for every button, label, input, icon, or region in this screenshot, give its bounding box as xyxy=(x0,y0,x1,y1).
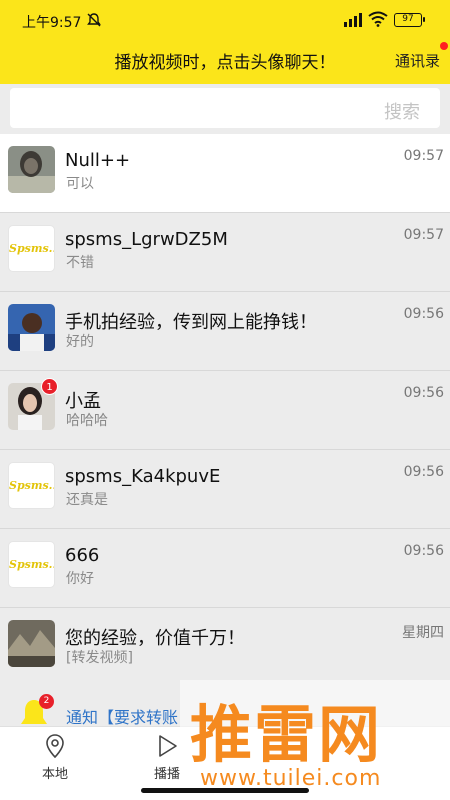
notification-text: 通知【要求转账 xyxy=(66,708,179,727)
conversation-row[interactable]: 1 小孟 哈哈哈 09:56 xyxy=(0,371,450,450)
mute-bell-icon xyxy=(87,13,101,27)
signal-icon xyxy=(344,13,362,27)
conversation-list: Null++ 可以 09:57 Spsms... spsms_LgrwDZ5M … xyxy=(0,134,450,687)
page-title: 播放视频时，点击头像聊天！ xyxy=(114,53,336,73)
search-input[interactable]: 搜索 xyxy=(10,88,440,128)
avatar[interactable] xyxy=(8,146,55,193)
status-time: 上午9:57 xyxy=(22,15,82,31)
location-pin-icon xyxy=(46,734,64,759)
conversation-row[interactable]: 您的经验，价值千万！ [转发视频] 星期四 xyxy=(0,608,450,687)
conversation-preview: 你好 xyxy=(66,571,94,587)
conversation-preview: 好的 xyxy=(66,334,94,350)
conversation-name: spsms_LgrwDZ5M xyxy=(65,229,228,250)
avatar[interactable] xyxy=(8,620,55,667)
conversation-row[interactable]: Null++ 可以 09:57 xyxy=(0,134,450,213)
conversation-time: 09:56 xyxy=(403,385,444,401)
conversation-preview: 可以 xyxy=(66,176,94,192)
home-indicator[interactable] xyxy=(141,788,309,793)
notification-badge: 2 xyxy=(39,694,54,709)
wifi-icon xyxy=(368,11,388,27)
status-bar: 上午9:57 97 xyxy=(0,0,450,40)
conversation-preview: 还真是 xyxy=(66,492,108,508)
conversation-preview: 不错 xyxy=(66,255,94,271)
contacts-notification-dot xyxy=(440,42,448,50)
conversation-time: 09:56 xyxy=(403,464,444,480)
conversation-time: 星期四 xyxy=(402,625,444,641)
conversation-row[interactable]: Spsms... spsms_LgrwDZ5M 不错 09:57 xyxy=(0,213,450,292)
tab-label: 本地 xyxy=(41,767,68,782)
spsms-logo: Spsms... xyxy=(9,242,54,255)
play-icon xyxy=(159,735,177,757)
spsms-logo: Spsms... xyxy=(9,558,54,571)
watermark: 推雷网 www.tuilei.com xyxy=(180,680,450,800)
avatar-image xyxy=(8,620,55,667)
conversation-row[interactable]: Spsms... 666 你好 09:56 xyxy=(0,529,450,608)
conversation-preview: 哈哈哈 xyxy=(66,413,108,429)
conversation-row[interactable]: Spsms... spsms_Ka4kpuvE 还真是 09:56 xyxy=(0,450,450,529)
conversation-name: Null++ xyxy=(65,150,131,171)
avatar[interactable] xyxy=(8,304,55,351)
conversation-time: 09:57 xyxy=(403,148,444,164)
spsms-logo: Spsms... xyxy=(9,479,54,492)
avatar-image xyxy=(8,304,55,351)
contacts-button[interactable]: 通讯录 xyxy=(395,50,440,71)
avatar[interactable]: Spsms... xyxy=(8,462,55,509)
conversation-name: spsms_Ka4kpuvE xyxy=(65,466,221,487)
search-placeholder: 搜索 xyxy=(384,102,420,123)
conversation-row[interactable]: 手机拍经验，传到网上能挣钱！ 好的 09:56 xyxy=(0,292,450,371)
watermark-text: 推雷网 xyxy=(190,698,383,771)
conversation-time: 09:57 xyxy=(403,227,444,243)
unread-badge: 1 xyxy=(41,378,58,395)
search-bar: 搜索 xyxy=(0,84,450,132)
avatar[interactable]: Spsms... xyxy=(8,541,55,588)
conversation-name: 666 xyxy=(65,545,100,566)
battery-indicator: 97 xyxy=(394,13,425,27)
avatar[interactable]: Spsms... xyxy=(8,225,55,272)
tab-local[interactable]: 本地 xyxy=(0,727,110,787)
conversation-time: 09:56 xyxy=(403,543,444,559)
conversation-preview: [转发视频] xyxy=(66,650,133,666)
avatar-image xyxy=(8,146,55,193)
conversation-name: 手机拍经验，传到网上能挣钱！ xyxy=(65,312,317,333)
conversation-time: 09:56 xyxy=(403,306,444,322)
